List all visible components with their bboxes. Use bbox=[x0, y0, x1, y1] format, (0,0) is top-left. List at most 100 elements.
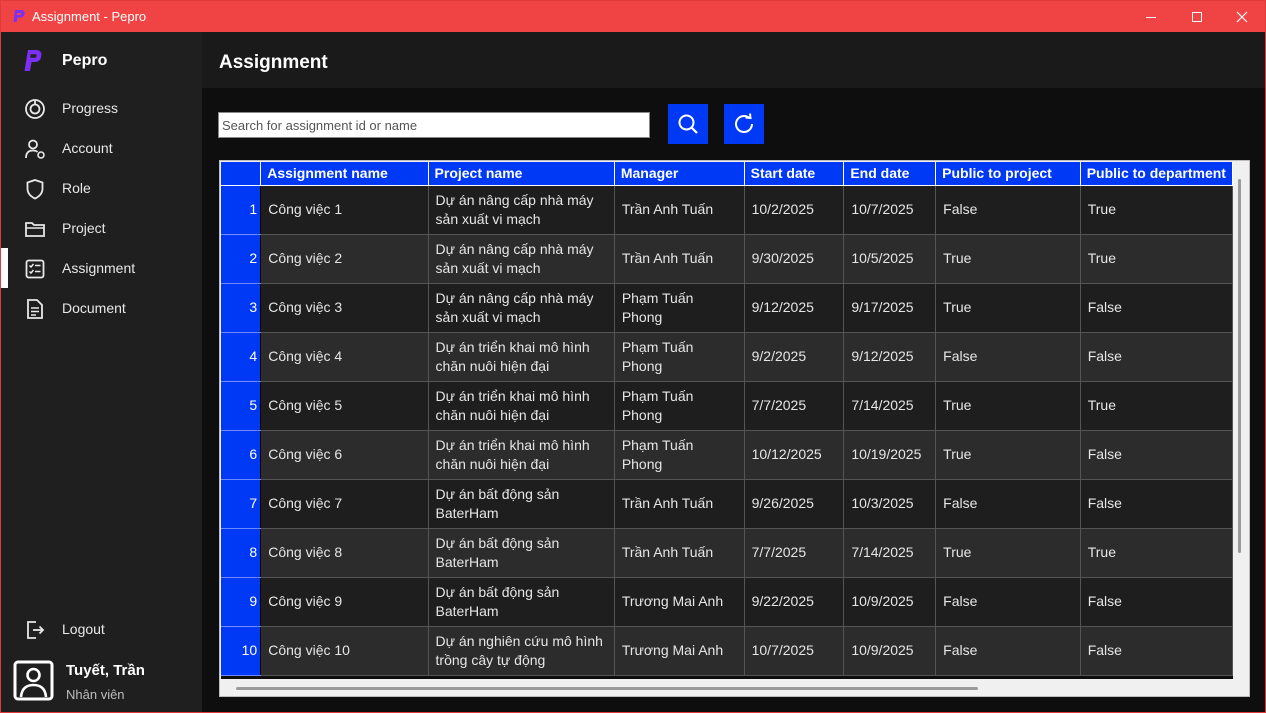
cell-public-to-department[interactable]: False bbox=[1080, 332, 1233, 382]
table-row[interactable]: 8 Công việc 8 Dự án bất động sản BaterHa… bbox=[221, 528, 1233, 578]
minimize-button[interactable] bbox=[1128, 1, 1174, 32]
cell-public-to-project[interactable]: False bbox=[935, 479, 1081, 529]
cell-manager[interactable]: Phạm Tuấn Phong bbox=[614, 430, 745, 480]
table-row[interactable]: 10 Công việc 10 Dự án nghiên cứu mô hình… bbox=[221, 626, 1233, 676]
cell-project-name[interactable]: Dự án nghiên cứu mô hình trồng cây tự độ… bbox=[428, 626, 615, 676]
cell-manager[interactable]: Phạm Tuấn Phong bbox=[614, 283, 745, 333]
cell-project-name[interactable]: Dự án bất động sản BaterHam bbox=[428, 479, 615, 529]
close-button[interactable] bbox=[1219, 1, 1265, 32]
cell-public-to-department[interactable]: True bbox=[1080, 381, 1233, 431]
row-header[interactable]: 5 bbox=[221, 381, 262, 431]
search-button[interactable] bbox=[668, 104, 708, 144]
table-row[interactable]: 1 Công việc 1 Dự án nâng cấp nhà máy sản… bbox=[221, 185, 1233, 235]
cell-manager[interactable]: Trần Anh Tuấn bbox=[614, 479, 745, 529]
cell-end-date[interactable]: 10/19/2025 bbox=[843, 430, 937, 480]
table-row[interactable]: 2 Công việc 2 Dự án nâng cấp nhà máy sản… bbox=[221, 234, 1233, 284]
cell-end-date[interactable]: 9/17/2025 bbox=[843, 283, 937, 333]
cell-project-name[interactable]: Dự án nâng cấp nhà máy sản xuất vi mạch bbox=[428, 185, 615, 235]
cell-public-to-department[interactable]: True bbox=[1080, 185, 1233, 235]
cell-public-to-department[interactable]: False bbox=[1080, 577, 1233, 627]
cell-project-name[interactable]: Dự án bất động sản BaterHam bbox=[428, 528, 615, 578]
cell-assignment-name[interactable]: Công việc 3 bbox=[260, 283, 429, 333]
sidebar-item-assignment[interactable]: Assignment bbox=[1, 248, 202, 288]
cell-end-date[interactable]: 10/3/2025 bbox=[843, 479, 937, 529]
cell-end-date[interactable]: 10/7/2025 bbox=[843, 185, 937, 235]
column-header-start-date[interactable]: Start date bbox=[744, 162, 845, 186]
cell-end-date[interactable]: 7/14/2025 bbox=[843, 528, 937, 578]
cell-project-name[interactable]: Dự án nâng cấp nhà máy sản xuất vi mạch bbox=[428, 234, 615, 284]
cell-public-to-project[interactable]: True bbox=[935, 430, 1081, 480]
cell-assignment-name[interactable]: Công việc 4 bbox=[260, 332, 429, 382]
cell-assignment-name[interactable]: Công việc 9 bbox=[260, 577, 429, 627]
cell-assignment-name[interactable]: Công việc 6 bbox=[260, 430, 429, 480]
refresh-button[interactable] bbox=[724, 104, 764, 144]
row-header[interactable]: 6 bbox=[221, 430, 262, 480]
table-row[interactable]: 9 Công việc 9 Dự án bất động sản BaterHa… bbox=[221, 577, 1233, 627]
cell-end-date[interactable]: 10/9/2025 bbox=[843, 626, 937, 676]
cell-assignment-name[interactable]: Công việc 1 bbox=[260, 185, 429, 235]
cell-public-to-project[interactable]: False bbox=[935, 577, 1081, 627]
cell-public-to-department[interactable]: False bbox=[1080, 479, 1233, 529]
column-header-assignment-name[interactable]: Assignment name bbox=[260, 162, 429, 186]
row-header[interactable]: 9 bbox=[221, 577, 262, 627]
cell-start-date[interactable]: 10/12/2025 bbox=[744, 430, 845, 480]
horizontal-scrollbar[interactable] bbox=[236, 687, 978, 690]
column-header-public-to-department[interactable]: Public to department bbox=[1080, 162, 1233, 186]
title-bar[interactable]: Assignment - Pepro bbox=[1, 1, 1265, 32]
row-header[interactable]: 4 bbox=[221, 332, 262, 382]
cell-start-date[interactable]: 9/2/2025 bbox=[744, 332, 845, 382]
column-header-public-to-project[interactable]: Public to project bbox=[935, 162, 1081, 186]
cell-public-to-project[interactable]: False bbox=[935, 626, 1081, 676]
cell-public-to-department[interactable]: False bbox=[1080, 430, 1233, 480]
cell-start-date[interactable]: 9/12/2025 bbox=[744, 283, 845, 333]
sidebar-item-role[interactable]: Role bbox=[1, 168, 202, 208]
cell-project-name[interactable]: Dự án nâng cấp nhà máy sản xuất vi mạch bbox=[428, 283, 615, 333]
table-row[interactable]: 7 Công việc 7 Dự án bất động sản BaterHa… bbox=[221, 479, 1233, 529]
cell-public-to-project[interactable]: True bbox=[935, 283, 1081, 333]
search-input[interactable] bbox=[218, 112, 650, 138]
sidebar-item-account[interactable]: Account bbox=[1, 128, 202, 168]
cell-manager[interactable]: Trương Mai Anh bbox=[614, 577, 745, 627]
sidebar-item-document[interactable]: Document bbox=[1, 288, 202, 328]
cell-public-to-department[interactable]: False bbox=[1080, 626, 1233, 676]
cell-manager[interactable]: Trần Anh Tuấn bbox=[614, 528, 745, 578]
cell-assignment-name[interactable]: Công việc 2 bbox=[260, 234, 429, 284]
cell-manager[interactable]: Phạm Tuấn Phong bbox=[614, 332, 745, 382]
cell-start-date[interactable]: 9/22/2025 bbox=[744, 577, 845, 627]
cell-public-to-project[interactable]: True bbox=[935, 381, 1081, 431]
column-header-end-date[interactable]: End date bbox=[843, 162, 937, 186]
table-row[interactable]: 4 Công việc 4 Dự án triển khai mô hình c… bbox=[221, 332, 1233, 382]
row-header[interactable]: 3 bbox=[221, 283, 262, 333]
cell-assignment-name[interactable]: Công việc 8 bbox=[260, 528, 429, 578]
cell-manager[interactable]: Phạm Tuấn Phong bbox=[614, 381, 745, 431]
cell-project-name[interactable]: Dự án triển khai mô hình chăn nuôi hiện … bbox=[428, 430, 615, 480]
cell-project-name[interactable]: Dự án triển khai mô hình chăn nuôi hiện … bbox=[428, 332, 615, 382]
maximize-button[interactable] bbox=[1174, 1, 1220, 32]
vertical-scrollbar[interactable] bbox=[1238, 179, 1241, 553]
cell-assignment-name[interactable]: Công việc 5 bbox=[260, 381, 429, 431]
table-row[interactable]: 3 Công việc 3 Dự án nâng cấp nhà máy sản… bbox=[221, 283, 1233, 333]
cell-end-date[interactable]: 7/14/2025 bbox=[843, 381, 937, 431]
assignment-grid[interactable]: Assignment name Project name Manager Sta… bbox=[219, 160, 1250, 697]
cell-end-date[interactable]: 9/12/2025 bbox=[843, 332, 937, 382]
logout-button[interactable]: Logout bbox=[1, 609, 202, 649]
row-header[interactable]: 10 bbox=[221, 626, 262, 676]
sidebar-item-progress[interactable]: Progress bbox=[1, 88, 202, 128]
table-row[interactable]: 6 Công việc 6 Dự án triển khai mô hình c… bbox=[221, 430, 1233, 480]
cell-start-date[interactable]: 10/7/2025 bbox=[744, 626, 845, 676]
user-profile[interactable]: Tuyết, Trần Nhân viên bbox=[13, 660, 198, 708]
cell-public-to-project[interactable]: True bbox=[935, 528, 1081, 578]
cell-public-to-department[interactable]: True bbox=[1080, 528, 1233, 578]
cell-start-date[interactable]: 7/7/2025 bbox=[744, 528, 845, 578]
cell-start-date[interactable]: 9/30/2025 bbox=[744, 234, 845, 284]
column-header-project-name[interactable]: Project name bbox=[428, 162, 615, 186]
row-header[interactable]: 1 bbox=[221, 185, 262, 235]
table-row[interactable]: 5 Công việc 5 Dự án triển khai mô hình c… bbox=[221, 381, 1233, 431]
column-header-rownum[interactable] bbox=[221, 162, 262, 186]
cell-start-date[interactable]: 9/26/2025 bbox=[744, 479, 845, 529]
cell-public-to-department[interactable]: True bbox=[1080, 234, 1233, 284]
row-header[interactable]: 8 bbox=[221, 528, 262, 578]
cell-manager[interactable]: Trần Anh Tuấn bbox=[614, 234, 745, 284]
cell-manager[interactable]: Trần Anh Tuấn bbox=[614, 185, 745, 235]
cell-project-name[interactable]: Dự án triển khai mô hình chăn nuôi hiện … bbox=[428, 381, 615, 431]
